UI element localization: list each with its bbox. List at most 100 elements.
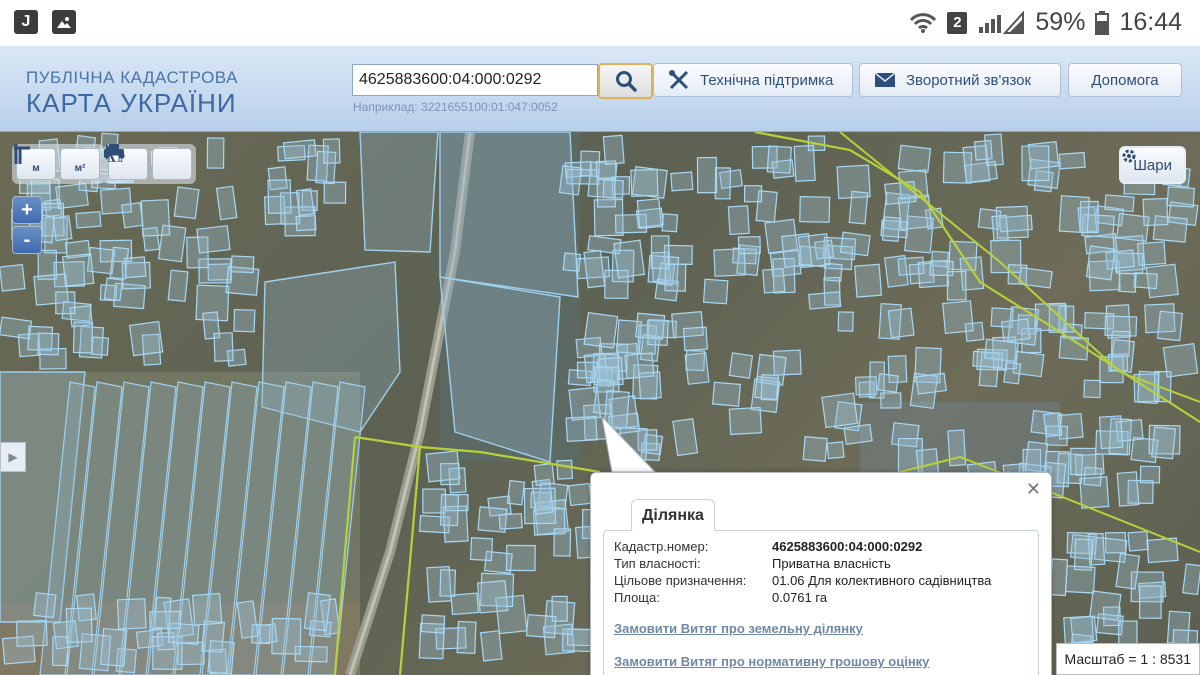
parcel: [553, 528, 572, 557]
parcel: [476, 580, 509, 614]
parcel: [991, 214, 1009, 242]
parcel: [702, 278, 729, 305]
envelope-icon: [874, 72, 896, 87]
parcel: [33, 592, 57, 619]
parcel: [661, 213, 679, 233]
parcel: [1043, 412, 1063, 438]
parcel: [743, 185, 763, 203]
help-label: Допомога: [1091, 71, 1159, 89]
parcel: [1133, 271, 1158, 290]
parcel: [149, 610, 182, 630]
parcel: [1139, 465, 1161, 484]
cadastral-map[interactable]: м м² ? + - Шари ▶ ✕ Ділянка Кадастр.номе…: [0, 132, 1200, 675]
status-bar: J 2 59% 16:44: [0, 0, 1200, 46]
help-button[interactable]: Допомога: [1068, 63, 1182, 97]
parcel: [638, 371, 662, 400]
identify-button[interactable]: ?: [106, 144, 192, 180]
order-extract-link[interactable]: Замовити Витяг про земельну ділянку: [614, 621, 1028, 636]
parcel: [99, 627, 128, 667]
search-example: Наприклад: 3221655100:01:047:0052: [353, 100, 558, 114]
parcel: [1156, 310, 1184, 342]
detail-key: Тип власності:: [614, 556, 701, 571]
parcel: [213, 332, 234, 362]
tab-parcel[interactable]: Ділянка: [631, 499, 715, 531]
logo-line-1[interactable]: ПУБЛІЧНА КАДАСТРОВА: [26, 68, 238, 88]
parcel: [941, 300, 974, 335]
parcel: [781, 233, 813, 268]
parcel: [420, 614, 446, 634]
parcel: [837, 311, 854, 332]
parcel: [843, 423, 873, 445]
tech-support-button[interactable]: Технічна підтримка: [653, 63, 853, 97]
cadastral-search-input[interactable]: [352, 64, 598, 96]
map-scale: Масштаб = 1 : 8531: [1055, 643, 1200, 675]
parcel: [760, 374, 779, 401]
detail-value: 4625883600:04:000:0292: [772, 539, 923, 554]
parcel: [1083, 466, 1103, 487]
svg-text:?: ?: [118, 151, 125, 164]
parcel: [425, 450, 461, 483]
parcel: [650, 235, 670, 270]
parcel: [1089, 590, 1122, 621]
parcel: [854, 263, 883, 298]
parcel: [802, 436, 828, 462]
parcel: [525, 613, 557, 639]
gallery-notification-icon: [52, 10, 76, 34]
distance-unit: м: [32, 162, 40, 174]
cursor-help-icon: ?: [106, 144, 125, 164]
parcel: [583, 249, 606, 289]
tech-support-label: Технічна підтримка: [700, 71, 834, 89]
battery-icon: [1095, 10, 1110, 35]
parcel: [295, 214, 317, 232]
parcel: [173, 186, 200, 220]
parcel: [1127, 530, 1150, 552]
parcel: [469, 537, 494, 562]
parcel: [672, 417, 699, 457]
parcel: [551, 595, 568, 622]
parcel: [282, 139, 317, 160]
parcel: [630, 168, 659, 197]
parcel: [215, 185, 238, 221]
parcel: [1003, 361, 1022, 385]
detail-row: Площа: 0.0761 га: [614, 590, 1028, 607]
parcel: [766, 145, 793, 174]
layers-button[interactable]: Шари: [1119, 146, 1186, 184]
parcel: [565, 415, 598, 443]
parcel: [206, 137, 225, 169]
layers-label: Шари: [1133, 156, 1172, 174]
parcel: [567, 482, 593, 507]
close-icon[interactable]: ✕: [1026, 479, 1041, 500]
parcel: [72, 321, 94, 354]
feedback-button[interactable]: Зворотний зв'язок: [859, 63, 1061, 97]
parcel: [91, 336, 110, 356]
parcel: [1098, 415, 1124, 450]
parcel: [682, 326, 709, 352]
parcel: [498, 512, 523, 530]
detail-row: Кадастр.номер: 4625883600:04:000:0292: [614, 539, 1028, 556]
logo-line-2[interactable]: КАРТА УКРАЇНИ: [26, 88, 237, 119]
parcel: [583, 311, 619, 349]
parcel: [826, 441, 845, 460]
parcel: [887, 307, 915, 339]
parcel: [1058, 195, 1090, 234]
side-panel-toggle[interactable]: ▶: [0, 442, 26, 472]
wifi-icon: [910, 12, 937, 33]
parcel: [322, 138, 341, 164]
search-button[interactable]: [598, 63, 653, 99]
zoom-out-button[interactable]: -: [12, 226, 42, 254]
parcel: [0, 263, 26, 292]
parcel: [839, 231, 871, 257]
parcel: [1021, 145, 1050, 182]
parcel: [799, 196, 831, 223]
detail-value: 0.0761 га: [772, 590, 828, 605]
zoom-in-button[interactable]: +: [12, 196, 42, 224]
measure-area-button[interactable]: м²: [14, 146, 100, 180]
parcel: [116, 598, 147, 630]
sim-icon: 2: [947, 11, 968, 34]
parcel: [897, 144, 932, 173]
order-valuation-link[interactable]: Замовити Витяг про нормативну грошову оц…: [614, 654, 1028, 669]
parcel: [440, 493, 459, 527]
parcel: [1118, 272, 1137, 293]
parcel: [65, 607, 93, 643]
parcel: [1058, 151, 1086, 170]
